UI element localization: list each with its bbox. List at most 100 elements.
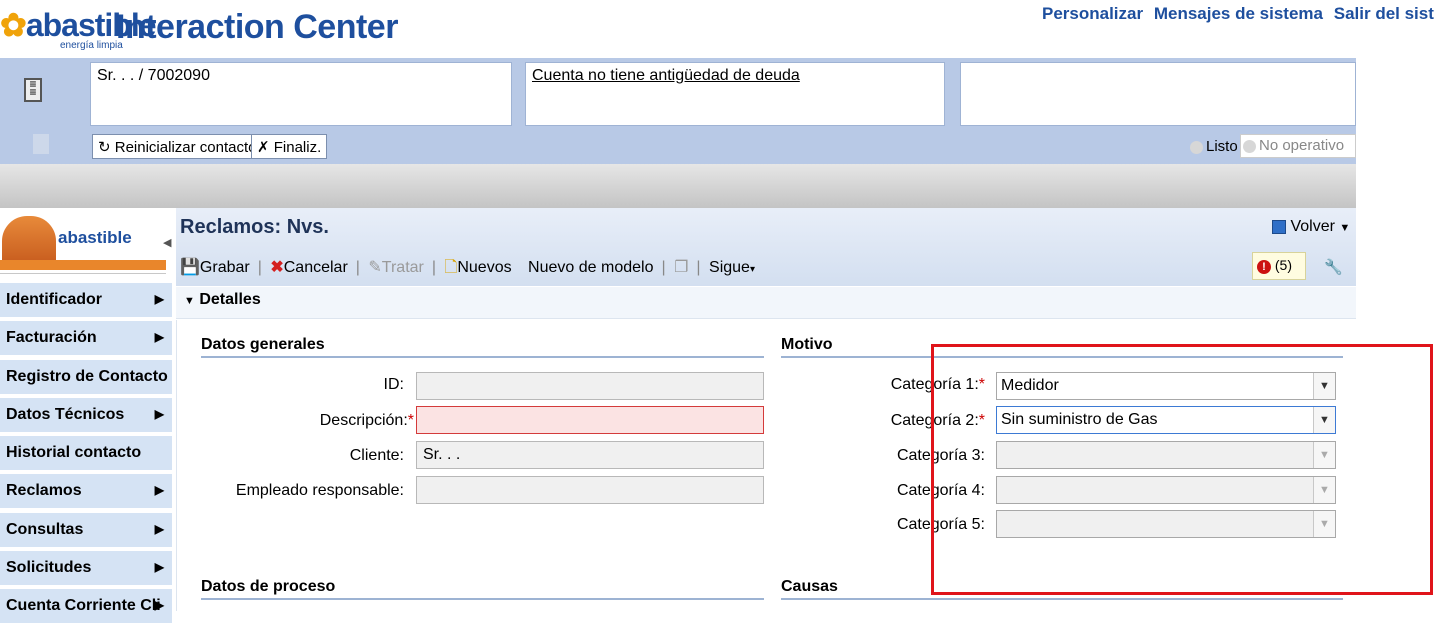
save-button[interactable]: 💾Grabar bbox=[180, 259, 250, 276]
nav-item-facturacion[interactable]: Facturación ▶ bbox=[0, 321, 172, 357]
new-button[interactable]: 🗋Nuevos bbox=[444, 259, 511, 276]
chevron-right-icon: ▶ bbox=[154, 560, 164, 574]
id-label: ID: bbox=[300, 376, 404, 394]
nav-item-label: Consultas bbox=[6, 521, 84, 538]
chevron-right-icon: ▶ bbox=[154, 598, 164, 612]
customer-box: Sr. . . / 7002090 bbox=[90, 62, 512, 126]
brand-header: ✿abastible energía limpia Interaction Ce… bbox=[0, 0, 520, 58]
app-title: Interaction Center bbox=[116, 8, 398, 46]
status-ready-radio[interactable] bbox=[1190, 140, 1203, 154]
general-section-title: Datos generales bbox=[201, 336, 764, 358]
nav-item-label: Historial contacto bbox=[6, 444, 142, 461]
new-from-template-label: Nuevo de modelo bbox=[528, 259, 654, 276]
nav-item-label: Identificador bbox=[6, 291, 103, 308]
alerts-count: (5) bbox=[1274, 257, 1293, 273]
toolbar-divider: | bbox=[355, 259, 360, 276]
nav-item-consultas[interactable]: Consultas ▶ bbox=[0, 513, 172, 549]
back-button[interactable]: Volver ▼ bbox=[1272, 218, 1350, 236]
nav-item-identificador[interactable]: Identificador ▶ bbox=[0, 283, 172, 319]
cancel-icon: ✖ bbox=[270, 259, 284, 276]
nav-item-solicitudes[interactable]: Solicitudes ▶ bbox=[0, 551, 172, 587]
nav-item-datos-tecnicos[interactable]: Datos Técnicos ▶ bbox=[0, 398, 172, 434]
toolbar-divider: | bbox=[431, 259, 437, 276]
description-label: Descripción:* bbox=[240, 412, 414, 430]
alert-icon: ! bbox=[1257, 260, 1271, 274]
toolbar-divider: | bbox=[257, 259, 262, 276]
logout-link[interactable]: Salir del siste bbox=[1334, 4, 1434, 23]
status-not-operative-label: No operativo bbox=[1259, 137, 1345, 154]
status-not-operative-radio[interactable] bbox=[1243, 139, 1256, 153]
chevron-right-icon: ▶ bbox=[154, 522, 164, 536]
nav-item-reclamos[interactable]: Reclamos ▶ bbox=[0, 474, 172, 510]
chevron-right-icon: ▶ bbox=[154, 330, 164, 344]
status-ready[interactable]: Listo bbox=[1190, 138, 1238, 155]
nav-logo: abastible bbox=[0, 208, 166, 274]
description-field[interactable] bbox=[416, 406, 764, 434]
id-field[interactable] bbox=[416, 372, 764, 400]
blank-icon bbox=[33, 134, 49, 154]
next-label: Sigue bbox=[709, 259, 750, 276]
nav-item-label: Facturación bbox=[6, 329, 97, 346]
customer-text: Sr. . . / 7002090 bbox=[97, 67, 210, 84]
new-label: Nuevos bbox=[457, 259, 512, 276]
status-not-operative[interactable]: No operativo bbox=[1240, 134, 1356, 158]
save-label: Grabar bbox=[199, 259, 250, 276]
toolbar-divider: | bbox=[696, 259, 701, 276]
nav-item-label: Reclamos bbox=[6, 482, 82, 499]
reset-contact-label: Reinicializar contacto bbox=[114, 139, 257, 156]
logo-tagline: energía limpia bbox=[60, 40, 123, 51]
notes-icon[interactable]: ≡ ≡ bbox=[24, 78, 42, 102]
nav-item-label: Registro de Contacto bbox=[6, 368, 168, 385]
wrench-icon[interactable]: 🔧 bbox=[1324, 258, 1343, 276]
refresh-icon: ↻ bbox=[98, 139, 111, 156]
chevron-right-icon: ▶ bbox=[154, 292, 164, 306]
collapse-handle[interactable]: ◀ bbox=[163, 236, 171, 249]
save-icon: 💾 bbox=[180, 259, 200, 276]
end-label: Finaliz. bbox=[273, 139, 322, 156]
chevron-down-icon: ▼ bbox=[1339, 222, 1351, 234]
employee-label: Empleado responsable: bbox=[200, 482, 404, 500]
nav-item-cuenta-corriente[interactable]: Cuenta Corriente Cli ▶ bbox=[0, 589, 172, 625]
customer-label: Cliente: bbox=[300, 447, 404, 465]
highlight-box bbox=[931, 344, 1433, 595]
copy-button[interactable]: ❐ bbox=[674, 259, 688, 276]
nav-logo-text: abastible bbox=[58, 228, 132, 247]
top-links: Personalizar Mensajes de sistema Salir d… bbox=[1042, 4, 1434, 24]
copy-icon: ❐ bbox=[674, 259, 689, 276]
new-document-icon: 🗋 bbox=[444, 259, 458, 276]
required-marker: * bbox=[407, 412, 414, 429]
toolbar-divider: | bbox=[661, 259, 666, 276]
employee-field[interactable] bbox=[416, 476, 764, 504]
chevron-right-icon: ▶ bbox=[154, 483, 164, 497]
cancel-button[interactable]: ✖Cancelar bbox=[270, 259, 347, 276]
family-photo bbox=[2, 216, 56, 266]
next-button[interactable]: Sigue▾ bbox=[709, 259, 755, 276]
separator-bar bbox=[0, 164, 1356, 208]
reset-contact-button[interactable]: ↻ Reinicializar contacto bbox=[92, 134, 263, 159]
id-label-text: ID: bbox=[383, 376, 404, 393]
toolbar: 💾Grabar | ✖Cancelar | ✎Tratar | 🗋Nuevos Nue… bbox=[180, 256, 759, 283]
back-label: Volver bbox=[1290, 218, 1335, 235]
employee-label-text: Empleado responsable: bbox=[235, 482, 404, 499]
nav-item-label: Cuenta Corriente Cli bbox=[6, 597, 161, 614]
customer-field[interactable]: Sr. . . bbox=[416, 441, 764, 469]
nav-item-registro-contacto[interactable]: Registro de Contacto bbox=[0, 360, 172, 396]
cancel-label: Cancelar bbox=[283, 259, 348, 276]
status-ready-label: Listo bbox=[1206, 138, 1238, 155]
details-panel-header[interactable]: ▼ Detalles bbox=[176, 287, 1356, 319]
empty-info-box bbox=[960, 62, 1356, 126]
customer-label-text: Cliente: bbox=[349, 447, 404, 464]
system-messages-link[interactable]: Mensajes de sistema bbox=[1154, 4, 1323, 23]
personalize-link[interactable]: Personalizar bbox=[1042, 4, 1143, 23]
alerts-badge[interactable]: ! (5) bbox=[1252, 252, 1306, 280]
process-button[interactable]: ✎Tratar bbox=[368, 259, 423, 276]
process-section-title: Datos de proceso bbox=[201, 578, 764, 600]
chevron-right-icon: ▶ bbox=[154, 407, 164, 421]
end-button[interactable]: ✗ Finaliz. bbox=[251, 134, 328, 159]
new-from-template-button[interactable]: Nuevo de modelo bbox=[528, 259, 653, 276]
description-label-text: Descripción: bbox=[319, 412, 408, 429]
nav-item-historial-contacto[interactable]: Historial contacto bbox=[0, 436, 172, 472]
nav-item-label: Datos Técnicos bbox=[6, 406, 125, 423]
leaf-icon: ✿ bbox=[0, 7, 27, 43]
debt-note-link[interactable]: Cuenta no tiene antigüedad de deuda bbox=[532, 67, 800, 84]
